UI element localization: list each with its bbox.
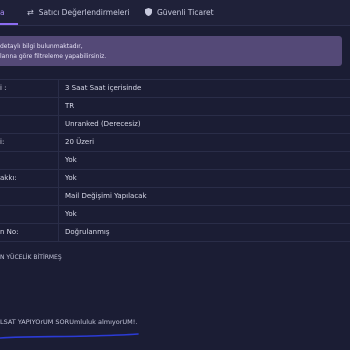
annotation-underline bbox=[0, 333, 139, 339]
row-value: 20 Üzeri bbox=[65, 138, 95, 146]
tab-seller-reviews[interactable]: ⇄ Satıcı Değerlendirmeleri bbox=[27, 0, 130, 25]
row-label bbox=[0, 116, 59, 133]
row-label: i: bbox=[0, 134, 59, 151]
row-value: TR bbox=[65, 102, 75, 110]
tab-details[interactable]: a bbox=[0, 0, 18, 25]
row-label bbox=[0, 98, 59, 115]
info-banner-line-2: larına göre filtreleme yapabilirsiniz. bbox=[0, 53, 107, 60]
info-banner-line-1: detaylı bilgi bulunmaktadır, bbox=[0, 43, 83, 50]
row-label bbox=[0, 152, 59, 169]
swap-arrows-icon: ⇄ bbox=[27, 8, 34, 17]
row-value: Doğrulanmış bbox=[65, 228, 110, 236]
table-row: i : 3 Saat Saat içerisinde bbox=[0, 79, 350, 98]
disclaimer-text: LSAT YAPIYOrUM SORUmluluk almıyorUM!. bbox=[0, 318, 138, 326]
tab-bar: a ⇄ Satıcı Değerlendirmeleri Güvenli Tic… bbox=[0, 0, 350, 26]
row-value: Yok bbox=[65, 174, 77, 182]
table-row: i: 20 Üzeri bbox=[0, 134, 350, 152]
table-row: Unranked (Derecesiz) bbox=[0, 116, 350, 134]
row-label bbox=[0, 188, 59, 205]
tab-safe-trade[interactable]: Güvenli Ticaret bbox=[145, 0, 214, 25]
row-value: Yok bbox=[65, 156, 77, 164]
row-label: akkı: bbox=[0, 170, 59, 187]
row-label: n No: bbox=[0, 224, 59, 241]
row-value: Yok bbox=[65, 210, 77, 218]
tab-seller-reviews-label: Satıcı Değerlendirmeleri bbox=[38, 8, 130, 17]
row-label bbox=[0, 206, 59, 223]
info-banner: detaylı bilgi bulunmaktadır, larına göre… bbox=[0, 36, 342, 66]
shield-icon bbox=[145, 7, 152, 18]
table-row: TR bbox=[0, 98, 350, 116]
row-value: Mail Değişimi Yapılacak bbox=[65, 192, 147, 200]
table-row: Yok bbox=[0, 206, 350, 224]
listing-note: N YÜCELİK BİTİRMEŞ bbox=[0, 254, 62, 261]
tab-details-label: a bbox=[0, 8, 5, 17]
table-row: Yok bbox=[0, 152, 350, 170]
table-row: n No: Doğrulanmış bbox=[0, 224, 350, 242]
details-table: i : 3 Saat Saat içerisinde TR Unranked (… bbox=[0, 79, 350, 242]
row-label: i : bbox=[0, 80, 59, 97]
row-value: 3 Saat Saat içerisinde bbox=[65, 84, 142, 92]
table-row: akkı: Yok bbox=[0, 170, 350, 188]
listing-details-page: a ⇄ Satıcı Değerlendirmeleri Güvenli Tic… bbox=[0, 0, 350, 350]
table-row: Mail Değişimi Yapılacak bbox=[0, 188, 350, 206]
tab-safe-trade-label: Güvenli Ticaret bbox=[157, 8, 214, 17]
row-value: Unranked (Derecesiz) bbox=[65, 120, 141, 128]
